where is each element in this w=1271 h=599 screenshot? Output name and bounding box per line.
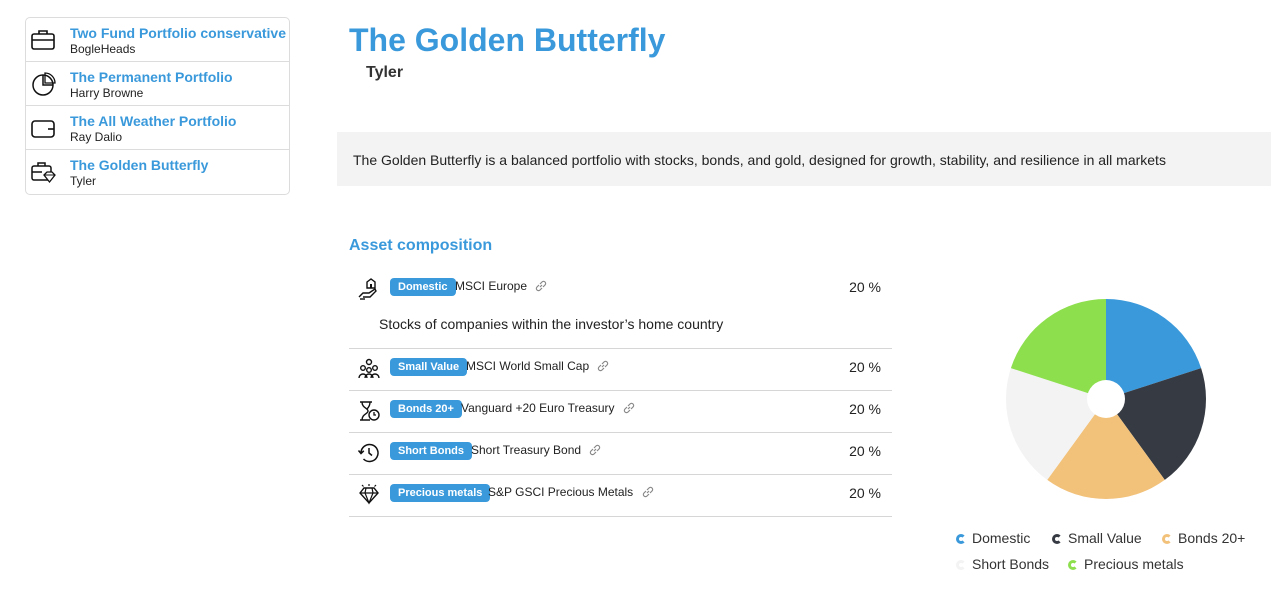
asset-row-small-value[interactable]: Small Value MSCI World Small Cap 20 % — [349, 349, 892, 391]
domestic-hand-icon — [358, 278, 377, 300]
hourglass-clock-icon — [360, 401, 380, 421]
link-icon[interactable] — [588, 443, 602, 457]
portfolio-item-golden-butterfly[interactable]: The Golden Butterfly Tyler — [26, 150, 289, 194]
asset-name: Vanguard +20 Euro Treasury — [461, 401, 615, 415]
legend-marker-icon — [1052, 534, 1062, 544]
asset-description: Stocks of companies within the investor’… — [379, 316, 724, 332]
asset-percentage: 20 % — [849, 485, 881, 501]
asset-class-badge: Short Bonds — [390, 442, 472, 460]
portfolio-item-all-weather[interactable]: The All Weather Portfolio Ray Dalio — [26, 106, 289, 150]
legend-item-small-value[interactable]: Small Value — [1052, 530, 1142, 546]
asset-name: MSCI Europe — [455, 279, 528, 293]
portfolio-item-permanent[interactable]: The Permanent Portfolio Harry Browne — [26, 62, 289, 106]
asset-pie-chart — [1006, 299, 1206, 499]
portfolio-description: The Golden Butterfly is a balanced portf… — [353, 152, 1166, 168]
diamond-icon — [359, 484, 379, 505]
legend-marker-icon — [956, 560, 966, 570]
asset-row-precious-metals[interactable]: Precious metals S&P GSCI Precious Metals… — [349, 475, 892, 517]
wallet-icon — [31, 120, 55, 138]
portfolio-item-author: BogleHeads — [70, 42, 136, 56]
asset-list: Domestic MSCI Europe 20 % Stocks of comp… — [349, 269, 892, 517]
legend-marker-icon — [1162, 534, 1172, 544]
asset-name: MSCI World Small Cap — [466, 359, 590, 373]
briefcase-icon — [31, 30, 55, 50]
donut-hole — [1087, 380, 1125, 418]
legend-label: Short Bonds — [972, 556, 1050, 572]
portfolio-item-title: The Golden Butterfly — [70, 157, 209, 173]
legend-item-short-bonds[interactable]: Short Bonds — [956, 556, 1049, 572]
asset-percentage: 20 % — [849, 279, 881, 295]
asset-class-badge: Bonds 20+ — [390, 400, 462, 418]
portfolio-item-title: Two Fund Portfolio conservative — [70, 25, 286, 41]
page-title: The Golden Butterfly — [349, 22, 666, 58]
link-icon[interactable] — [641, 485, 655, 499]
asset-percentage: 20 % — [849, 401, 881, 417]
portfolio-list: Two Fund Portfolio conservative BogleHea… — [25, 17, 290, 195]
link-icon[interactable] — [534, 279, 548, 293]
legend-item-precious-metals[interactable]: Precious metals — [1068, 556, 1184, 572]
link-icon[interactable] — [622, 401, 636, 415]
asset-class-badge: Precious metals — [390, 484, 491, 502]
asset-row-short-bonds[interactable]: Short Bonds Short Treasury Bond 20 % — [349, 433, 892, 475]
clock-history-icon — [357, 443, 379, 463]
description-panel: The Golden Butterfly is a balanced portf… — [337, 132, 1271, 186]
portfolio-item-author: Ray Dalio — [70, 130, 123, 144]
pie-chart-icon — [32, 72, 56, 96]
asset-composition-heading: Asset composition — [349, 237, 493, 254]
asset-class-badge: Small Value — [390, 358, 468, 376]
legend-marker-icon — [956, 534, 966, 544]
portfolio-item-title: The Permanent Portfolio — [70, 69, 233, 85]
portfolio-item-author: Harry Browne — [70, 86, 144, 100]
asset-row-bonds-20[interactable]: Bonds 20+ Vanguard +20 Euro Treasury 20 … — [349, 391, 892, 433]
legend-label: Small Value — [1068, 530, 1142, 546]
portfolio-author: Tyler — [366, 64, 404, 81]
legend-marker-icon — [1068, 560, 1078, 570]
portfolio-item-title: The All Weather Portfolio — [70, 113, 237, 129]
legend-label: Precious metals — [1084, 556, 1184, 572]
legend-label: Bonds 20+ — [1178, 530, 1246, 546]
link-icon[interactable] — [596, 359, 610, 373]
asset-percentage: 20 % — [849, 443, 881, 459]
briefcase-diamond-icon — [31, 162, 56, 184]
asset-class-badge: Domestic — [390, 278, 456, 296]
asset-percentage: 20 % — [849, 359, 881, 375]
legend-item-bonds-20[interactable]: Bonds 20+ — [1162, 530, 1245, 546]
asset-name: Short Treasury Bond — [471, 443, 582, 457]
legend-label: Domestic — [972, 530, 1031, 546]
portfolio-item-two-fund[interactable]: Two Fund Portfolio conservative BogleHea… — [26, 18, 289, 62]
people-group-icon — [358, 358, 380, 379]
portfolio-item-author: Tyler — [70, 174, 97, 188]
asset-name: S&P GSCI Precious Metals — [488, 485, 634, 499]
legend-item-domestic[interactable]: Domestic — [956, 530, 1030, 546]
asset-row-domestic[interactable]: Domestic MSCI Europe 20 % Stocks of comp… — [349, 269, 892, 349]
